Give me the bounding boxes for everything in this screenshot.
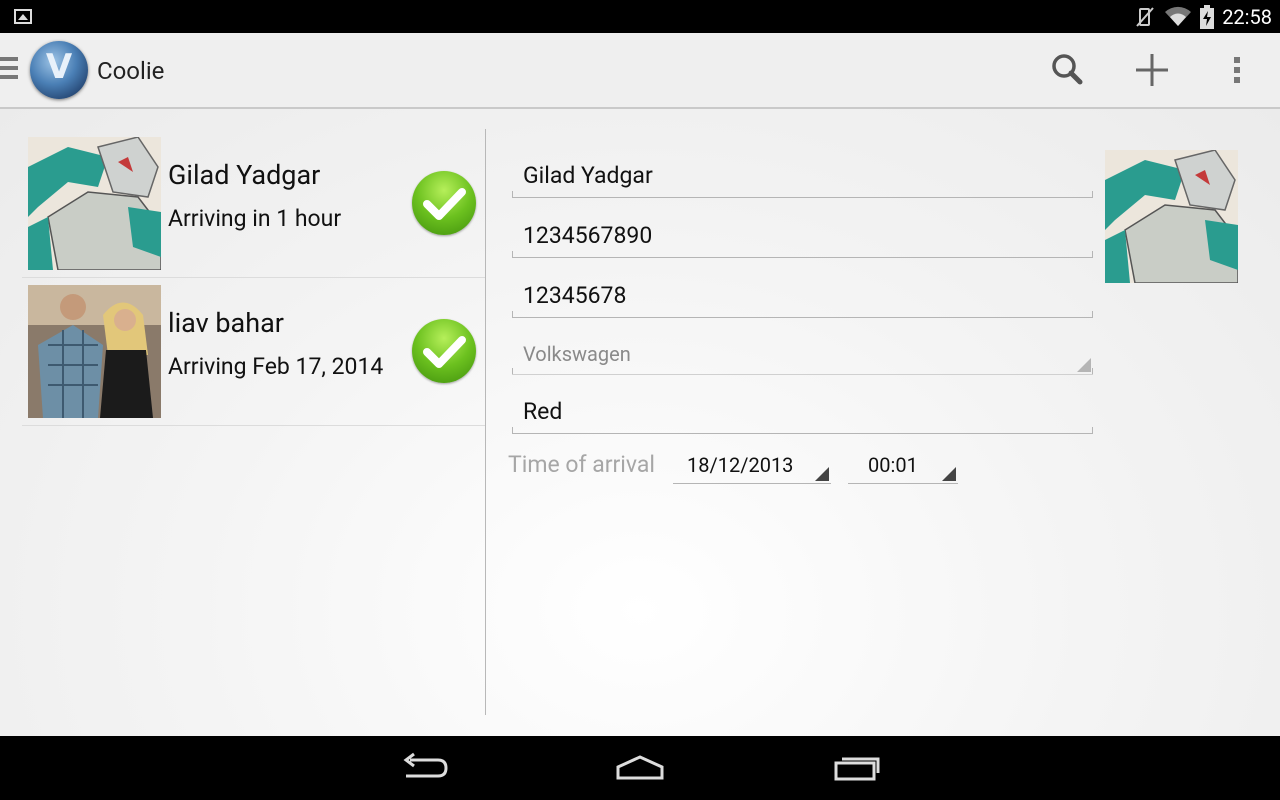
- clock: 22:58: [1222, 4, 1272, 29]
- date-spinner[interactable]: 18/12/2013: [673, 447, 831, 484]
- car-make-value: Volkswagen: [523, 342, 631, 366]
- content-area: Gilad Yadgar Arriving in 1 hour liav bah…: [0, 109, 1280, 736]
- overflow-menu-button[interactable]: [1214, 48, 1262, 92]
- car-color-field[interactable]: Red: [512, 393, 1093, 434]
- add-button[interactable]: [1128, 48, 1176, 92]
- name-field[interactable]: Gilad Yadgar: [512, 157, 1093, 198]
- time-spinner[interactable]: 00:01: [848, 447, 958, 484]
- date-value: 18/12/2013: [687, 453, 794, 477]
- contact-name: liav bahar: [168, 307, 284, 339]
- contact-photo[interactable]: [1105, 150, 1238, 283]
- add-icon: [1136, 54, 1168, 86]
- phone-field[interactable]: 1234567890: [512, 217, 1093, 258]
- vibrate-off-icon: [1136, 6, 1154, 27]
- wifi-icon: [1165, 6, 1192, 26]
- home-icon: [616, 755, 664, 780]
- check-icon[interactable]: [412, 319, 476, 383]
- dropdown-arrow-icon: [942, 467, 956, 481]
- phone-value: 1234567890: [523, 222, 653, 249]
- id-number-value: 12345678: [523, 282, 627, 309]
- arrival-status: Arriving in 1 hour: [168, 205, 342, 232]
- search-icon: [1052, 54, 1083, 85]
- overflow-menu-icon: [1234, 57, 1240, 83]
- car-color-value: Red: [523, 398, 563, 425]
- dropdown-arrow-icon: [1077, 358, 1091, 372]
- home-button[interactable]: [610, 750, 670, 786]
- recent-apps-icon: [834, 757, 880, 781]
- time-value: 00:01: [868, 453, 918, 477]
- search-button[interactable]: [1044, 48, 1092, 92]
- avatar: [28, 137, 161, 270]
- recent-apps-button[interactable]: [828, 750, 888, 786]
- contact-name: Gilad Yadgar: [168, 159, 321, 191]
- action-bar: Coolie: [0, 33, 1280, 109]
- time-of-arrival-label: Time of arrival: [508, 451, 655, 478]
- battery-charging-icon: [1200, 4, 1215, 29]
- status-bar: 22:58: [0, 0, 1280, 33]
- list-item[interactable]: liav bahar Arriving Feb 17, 2014: [22, 277, 485, 426]
- gallery-icon: [14, 9, 32, 24]
- pane-divider: [485, 129, 486, 715]
- name-value: Gilad Yadgar: [523, 162, 653, 189]
- back-icon: [403, 752, 448, 778]
- id-number-field[interactable]: 12345678: [512, 277, 1093, 318]
- list-item[interactable]: Gilad Yadgar Arriving in 1 hour: [22, 129, 485, 278]
- car-make-spinner[interactable]: Volkswagen: [512, 334, 1093, 375]
- navigation-bar: [0, 736, 1280, 800]
- dropdown-arrow-icon: [815, 467, 829, 481]
- avatar: [28, 285, 161, 418]
- app-title: Coolie: [97, 57, 165, 85]
- back-button[interactable]: [394, 750, 454, 786]
- arrival-status: Arriving Feb 17, 2014: [168, 353, 384, 380]
- app-logo[interactable]: [30, 41, 88, 99]
- check-icon[interactable]: [412, 171, 476, 235]
- drawer-icon[interactable]: [0, 57, 20, 83]
